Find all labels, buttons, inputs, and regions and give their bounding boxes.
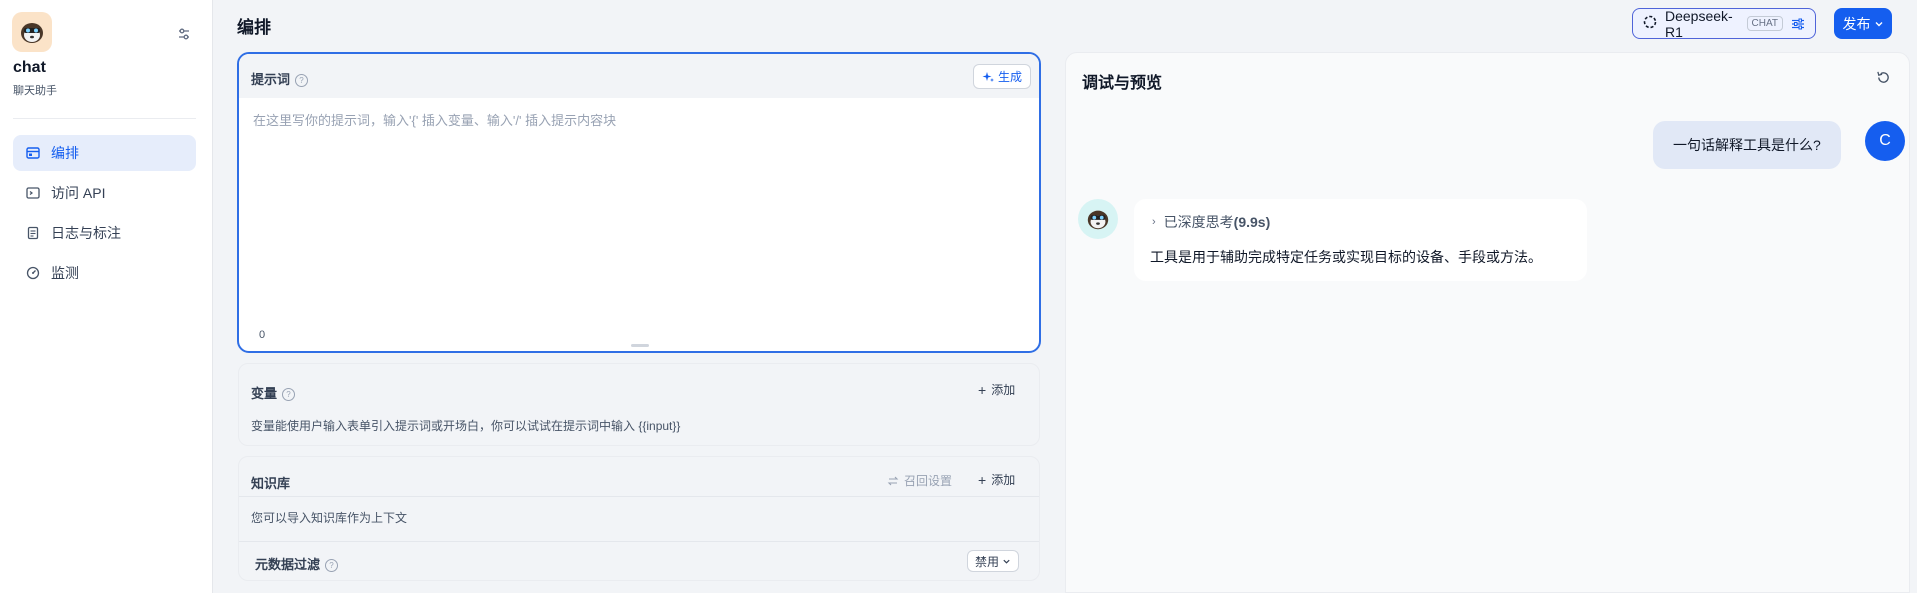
metadata-filter-select[interactable]: 禁用 bbox=[967, 550, 1020, 572]
sliders-icon bbox=[179, 28, 189, 40]
bot-message-bubble: › 已深度思考(9.9s) 工具是用于辅助完成特定任务或实现目标的设备、手段或方… bbox=[1134, 199, 1587, 281]
add-variable-button[interactable]: + 添加 bbox=[978, 381, 1015, 398]
generate-button[interactable]: 生成 bbox=[972, 64, 1031, 89]
divider bbox=[239, 496, 1039, 497]
model-mode-badge: CHAT bbox=[1746, 16, 1783, 31]
sidebar-item-label: 编排 bbox=[51, 145, 79, 161]
sidebar-item-logs[interactable]: 日志与标注 bbox=[13, 215, 196, 251]
plus-icon: + bbox=[978, 381, 987, 398]
debug-preview-panel: 调试与预览 一句话解释工具是什么? C › 已深度思考(9.9s) 工具是用于辅… bbox=[1065, 52, 1910, 593]
metadata-filter-value: 禁用 bbox=[975, 554, 1000, 569]
thinking-duration: (9.9s) bbox=[1233, 214, 1271, 230]
generate-label: 生成 bbox=[997, 70, 1022, 84]
model-name: Deepseek-R1 bbox=[1665, 7, 1733, 40]
gauge-icon bbox=[25, 265, 41, 281]
model-selector-button[interactable]: Deepseek-R1 CHAT bbox=[1632, 7, 1816, 40]
knowledge-description: 您可以导入知识库作为上下文 bbox=[251, 511, 408, 525]
prompt-header: 提示词? 生成 bbox=[239, 54, 1039, 98]
chevron-down-icon bbox=[1002, 557, 1011, 566]
page-title: 编排 bbox=[237, 18, 271, 37]
app-description: 聊天助手 bbox=[13, 85, 57, 97]
model-provider-icon bbox=[1643, 15, 1657, 32]
sidebar-item-monitor[interactable]: 监测 bbox=[13, 255, 196, 291]
sidebar-item-label: 访问 API bbox=[51, 185, 106, 201]
sidebar: chat 聊天助手 编排 访问 API 日志与标注 监测 bbox=[0, 0, 213, 593]
app-avatar-icon[interactable] bbox=[12, 12, 52, 52]
publish-label: 发布 bbox=[1842, 15, 1871, 32]
help-icon[interactable]: ? bbox=[282, 388, 296, 401]
sidebar-item-orchestrate[interactable]: 编排 bbox=[13, 135, 196, 171]
publish-button[interactable]: 发布 bbox=[1834, 8, 1892, 39]
metadata-filter-label: 元数据过滤 bbox=[255, 557, 321, 572]
refresh-icon bbox=[1876, 71, 1889, 83]
recall-settings-button[interactable]: 召回设置 bbox=[887, 472, 952, 489]
help-icon[interactable]: ? bbox=[325, 559, 339, 572]
add-variable-label: 添加 bbox=[991, 383, 1016, 397]
app-name: chat bbox=[13, 59, 46, 76]
variables-card: 变量? + 添加 变量能使用户输入表单引入提示词或开场白，你可以试试在提示词中输… bbox=[238, 363, 1040, 446]
divider bbox=[239, 541, 1039, 542]
layout-icon bbox=[25, 145, 41, 161]
prompt-editor-card: 提示词? 生成 0 bbox=[237, 52, 1041, 353]
document-icon bbox=[25, 225, 41, 241]
add-knowledge-button[interactable]: + 添加 bbox=[978, 471, 1015, 488]
thinking-label: 已深度思考 bbox=[1163, 214, 1234, 230]
debug-title: 调试与预览 bbox=[1082, 75, 1163, 92]
variables-description: 变量能使用户输入表单引入提示词或开场白，你可以试试在提示词中输入 {{input… bbox=[251, 419, 681, 433]
sparkle-icon bbox=[982, 71, 994, 83]
variables-title-text: 变量 bbox=[251, 386, 278, 401]
bot-answer-text: 工具是用于辅助完成特定任务或实现目标的设备、手段或方法。 bbox=[1150, 249, 1542, 265]
sliders-icon bbox=[1791, 17, 1805, 31]
reset-conversation-button[interactable] bbox=[1873, 67, 1893, 87]
metadata-filter-title: 元数据过滤? bbox=[255, 554, 339, 573]
resize-handle[interactable] bbox=[631, 344, 649, 347]
bot-avatar-icon bbox=[1078, 199, 1118, 239]
sidebar-divider bbox=[13, 118, 196, 119]
user-message-bubble: 一句话解释工具是什么? bbox=[1653, 121, 1841, 169]
knowledge-title: 知识库 bbox=[251, 476, 291, 491]
knowledge-card: 知识库 召回设置 + 添加 您可以导入知识库作为上下文 元数据过滤? 禁用 bbox=[238, 456, 1040, 581]
terminal-icon bbox=[25, 185, 41, 201]
chevron-right-icon: › bbox=[1152, 216, 1156, 228]
recall-settings-label: 召回设置 bbox=[904, 474, 953, 488]
thinking-toggle[interactable]: › 已深度思考(9.9s) bbox=[1152, 212, 1270, 232]
user-avatar: C bbox=[1865, 121, 1905, 161]
prompt-input[interactable] bbox=[253, 110, 1023, 310]
sidebar-item-label: 监测 bbox=[51, 265, 79, 281]
plus-icon: + bbox=[978, 471, 987, 488]
prompt-label: 提示词? bbox=[251, 69, 309, 88]
help-icon[interactable]: ? bbox=[295, 74, 309, 87]
sidebar-item-label: 日志与标注 bbox=[51, 225, 121, 241]
chevron-down-icon bbox=[1874, 19, 1884, 29]
variables-title: 变量? bbox=[251, 383, 296, 402]
add-knowledge-label: 添加 bbox=[991, 473, 1016, 487]
prompt-label-text: 提示词 bbox=[251, 72, 291, 87]
swap-icon bbox=[887, 475, 899, 487]
char-count: 0 bbox=[259, 329, 266, 341]
app-settings-button[interactable] bbox=[172, 22, 196, 46]
sidebar-item-api[interactable]: 访问 API bbox=[13, 175, 196, 211]
